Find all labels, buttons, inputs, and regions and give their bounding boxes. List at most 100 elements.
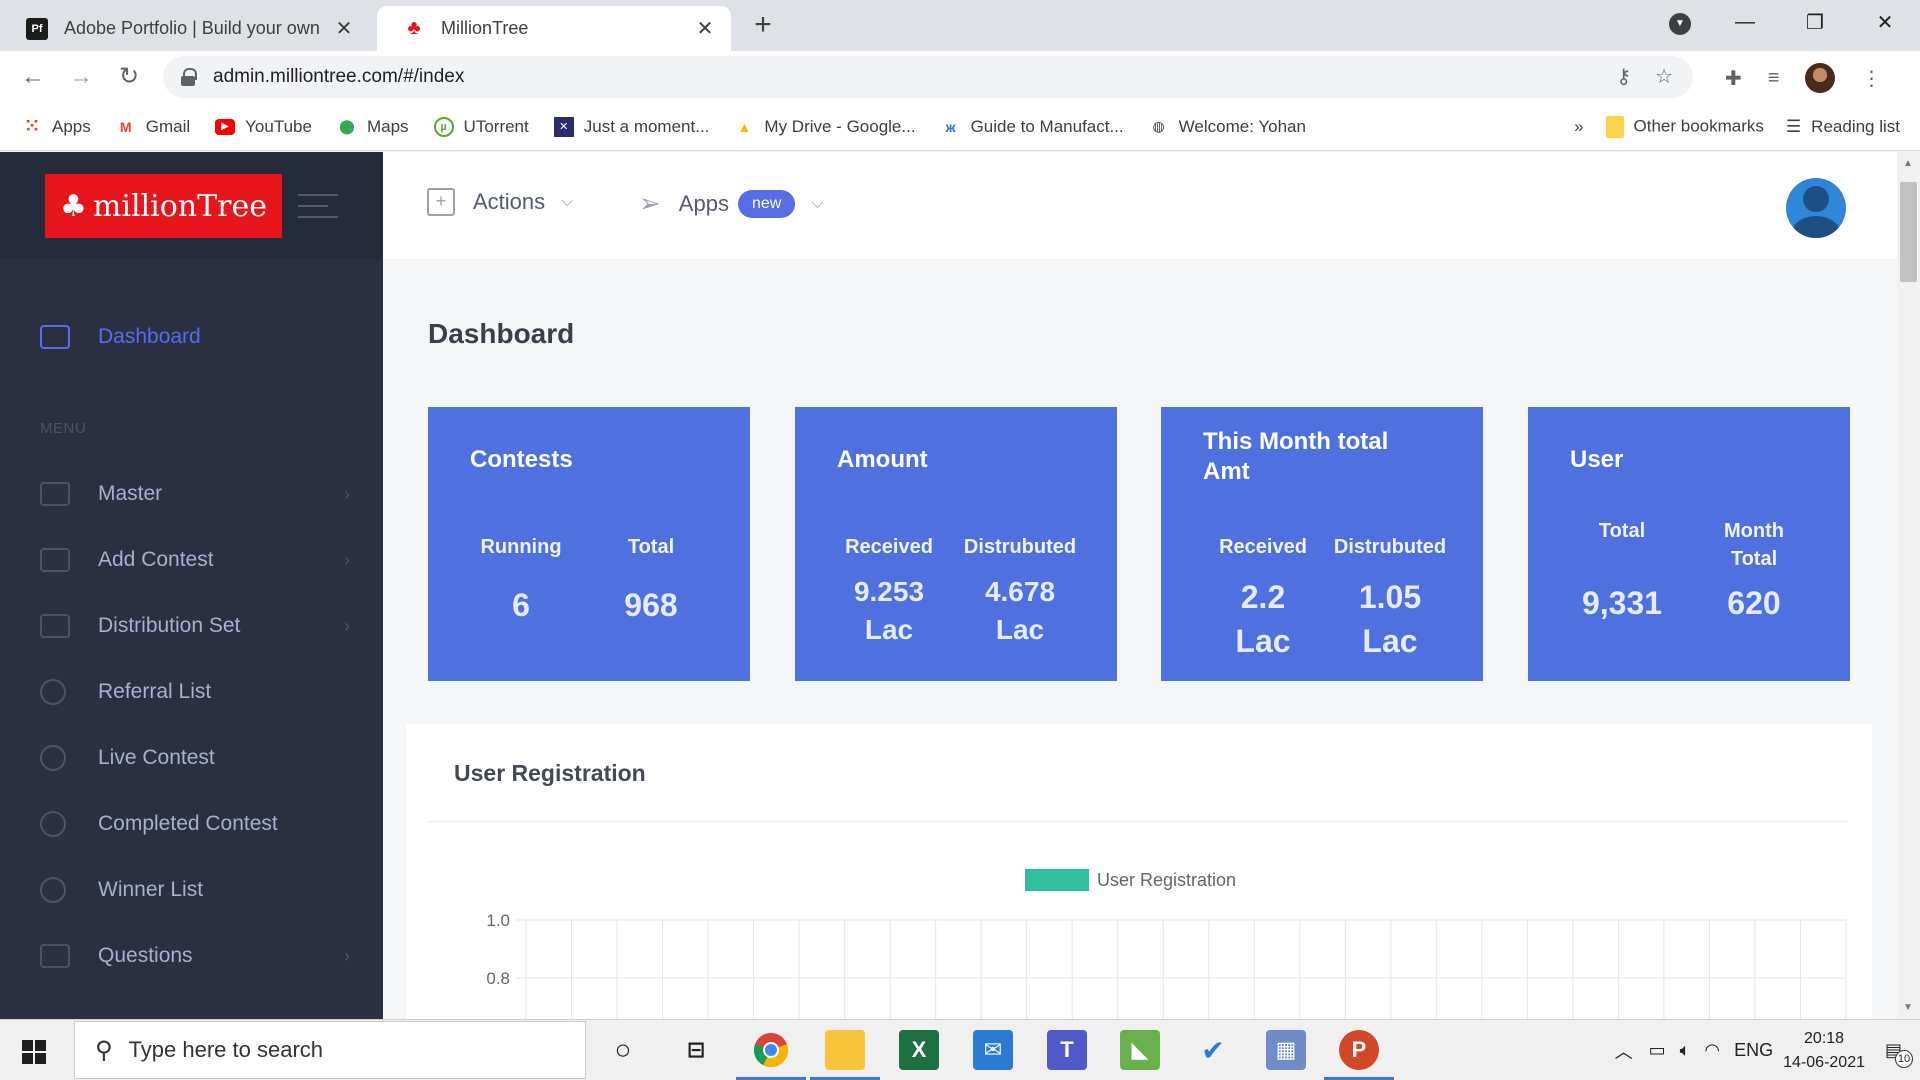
notifications-icon[interactable]: ▤ 10 — [1885, 1040, 1913, 1068]
tab-title: MillionTree — [441, 18, 529, 38]
minimize-icon[interactable]: — — [1710, 11, 1780, 34]
sidebar-item-winner-list[interactable]: Winner List — [40, 870, 350, 910]
scrollbar-thumb[interactable] — [1900, 182, 1917, 282]
bookmark-just-a-moment[interactable]: ✕ Just a moment... — [553, 116, 709, 137]
volume-icon[interactable]: 🔈︎ — [1680, 1040, 1691, 1061]
battery-icon[interactable]: ▭ — [1649, 1040, 1666, 1061]
reading-list-icon: ☰ — [1785, 117, 1802, 136]
forward-icon[interactable]: → — [65, 61, 97, 93]
card-label: Total — [627, 536, 675, 558]
page-scrollbar[interactable]: ▲ ▼ — [1897, 152, 1920, 1019]
bookmark-my-drive[interactable]: ▲ My Drive - Google... — [734, 117, 915, 137]
calculator-icon[interactable]: ▦ — [1266, 1030, 1306, 1070]
sidebar-item-questions[interactable]: Questions › — [40, 936, 350, 976]
windows-start-icon[interactable] — [22, 1040, 46, 1064]
sidebar-item-distribution-set[interactable]: Distribution Set › — [40, 606, 350, 646]
app-viewport: ♣ millionTree Dashboard MENU Master › Ad… — [0, 152, 1920, 1019]
close-icon[interactable]: ✕ — [693, 16, 717, 41]
teams-icon[interactable]: T — [1047, 1030, 1087, 1070]
new-tab-button[interactable]: + — [748, 10, 778, 40]
close-icon[interactable]: ✕ — [332, 16, 356, 41]
lock-icon[interactable] — [181, 68, 197, 86]
chart-grid — [516, 919, 1847, 1019]
tab-search-icon[interactable]: ▼ — [1669, 13, 1691, 35]
apps-dropdown[interactable]: ➢ Apps new ⌵ — [639, 188, 823, 219]
card-column-running: Running 6 — [466, 533, 576, 624]
bookmark-welcome[interactable]: ◍ Welcome: Yohan — [1149, 117, 1306, 137]
browser-tab-milliontree[interactable]: ♣ MillionTree ✕ — [377, 6, 731, 51]
bookmark-youtube[interactable]: ▶ YouTube — [215, 117, 312, 137]
card-label: Received — [1219, 536, 1307, 558]
card-unit: Lac — [995, 614, 1045, 645]
bookmark-guide[interactable]: ж Guide to Manufact... — [941, 117, 1124, 137]
bookmark-label: Maps — [366, 116, 409, 136]
star-icon[interactable]: ☆ — [1655, 64, 1673, 89]
card-title-line: This Month total — [1203, 428, 1389, 455]
search-icon: ⚲ — [95, 1036, 113, 1064]
wifi-icon[interactable]: ◠ — [1704, 1040, 1720, 1061]
inbox-icon — [40, 944, 70, 968]
card-column-month-total: Month Total 620 — [1704, 517, 1804, 622]
card-value: 968 — [624, 587, 678, 623]
stat-card-amount: Amount Received 9.253 Lac Distrubuted 4.… — [795, 407, 1117, 681]
key-icon[interactable]: ⚷ — [1616, 64, 1631, 89]
sidebar-item-dashboard[interactable]: Dashboard — [40, 317, 350, 357]
back-icon[interactable]: ← — [17, 61, 49, 93]
user-avatar[interactable] — [1786, 178, 1846, 238]
todo-icon[interactable]: ✔ — [1193, 1030, 1233, 1070]
legend-swatch — [1025, 869, 1089, 891]
green-app-icon[interactable]: ◣ — [1120, 1030, 1160, 1070]
extensions-icon[interactable]: ✚ — [1725, 66, 1742, 91]
hamburger-menu-icon[interactable] — [298, 194, 338, 227]
excel-icon[interactable]: X — [899, 1030, 939, 1070]
card-column-distrubuted: Distrubuted 1.05 Lac — [1327, 533, 1453, 663]
cortana-icon[interactable]: ○ — [603, 1030, 643, 1070]
settings-icon — [40, 877, 66, 903]
browser-tab-adobe-portfolio[interactable]: Pf Adobe Portfolio | Build your own ✕ — [0, 6, 370, 51]
close-window-icon[interactable]: ✕ — [1850, 10, 1920, 35]
chevron-right-icon: › — [344, 945, 350, 966]
reading-list-button[interactable]: ☰ Reading list — [1786, 117, 1900, 137]
sidebar-item-completed-contest[interactable]: Completed Contest — [40, 804, 350, 844]
sidebar-item-master[interactable]: Master › — [40, 474, 350, 514]
address-bar[interactable]: admin.milliontree.com/#/index ⚷ ☆ — [163, 56, 1693, 98]
scroll-down-icon[interactable]: ▼ — [1903, 1002, 1913, 1013]
apps-grid-icon: ⁙ — [24, 116, 40, 136]
reload-icon[interactable]: ↻ — [113, 61, 145, 93]
file-explorer-icon[interactable] — [825, 1030, 865, 1070]
taskbar-search-box[interactable]: ⚲ Type here to search — [74, 1021, 586, 1079]
logo-text: millionTree — [92, 188, 267, 224]
youtube-icon: ▶ — [215, 118, 236, 135]
chrome-icon[interactable] — [751, 1030, 791, 1070]
page-icon: ✕ — [553, 116, 574, 137]
bookmark-apps[interactable]: ⁙ Apps — [22, 116, 90, 137]
task-view-icon[interactable]: ⊟ — [676, 1030, 716, 1070]
sidebar-item-label: Questions — [98, 944, 193, 967]
sidebar-item-label: Distribution Set — [98, 614, 241, 637]
sidebar-item-live-contest[interactable]: Live Contest — [40, 738, 350, 778]
bookmark-other-bookmarks[interactable]: Other bookmarks — [1605, 116, 1764, 138]
scroll-up-icon[interactable]: ▲ — [1903, 158, 1913, 169]
restore-icon[interactable]: ❐ — [1780, 10, 1850, 35]
sidebar-item-label: Completed Contest — [98, 812, 278, 835]
actions-dropdown[interactable]: + Actions ⌵ — [427, 188, 573, 216]
menu-icon[interactable]: ⋮ — [1861, 66, 1881, 91]
bookmark-maps[interactable]: ⬤ Maps — [337, 116, 409, 137]
card-label: Total — [1730, 548, 1778, 570]
profile-avatar[interactable] — [1805, 63, 1836, 93]
sidebar-item-add-contest[interactable]: Add Contest › — [40, 540, 350, 580]
y-tick-label: 0.8 — [486, 969, 510, 988]
bookmark-utorrent[interactable]: µ UTorrent — [433, 116, 529, 137]
bookmarks-overflow-icon[interactable]: » — [1574, 117, 1583, 137]
card-value: 9,331 — [1581, 585, 1663, 621]
powerpoint-icon[interactable]: P — [1339, 1030, 1379, 1070]
milliontree-logo[interactable]: ♣ millionTree — [45, 174, 282, 238]
language-indicator[interactable]: ENG — [1734, 1040, 1773, 1061]
sidebar-item-referral-list[interactable]: Referral List — [40, 672, 350, 712]
chevron-up-icon[interactable]: ︿ — [1615, 1038, 1633, 1064]
notification-count: 10 — [1894, 1050, 1913, 1068]
bookmark-gmail[interactable]: M Gmail — [116, 117, 190, 137]
mail-icon[interactable]: ✉ — [973, 1030, 1013, 1070]
clock[interactable]: 20:18 14-06-2021 — [1783, 1027, 1865, 1075]
media-icon[interactable]: ≡ — [1768, 67, 1780, 90]
